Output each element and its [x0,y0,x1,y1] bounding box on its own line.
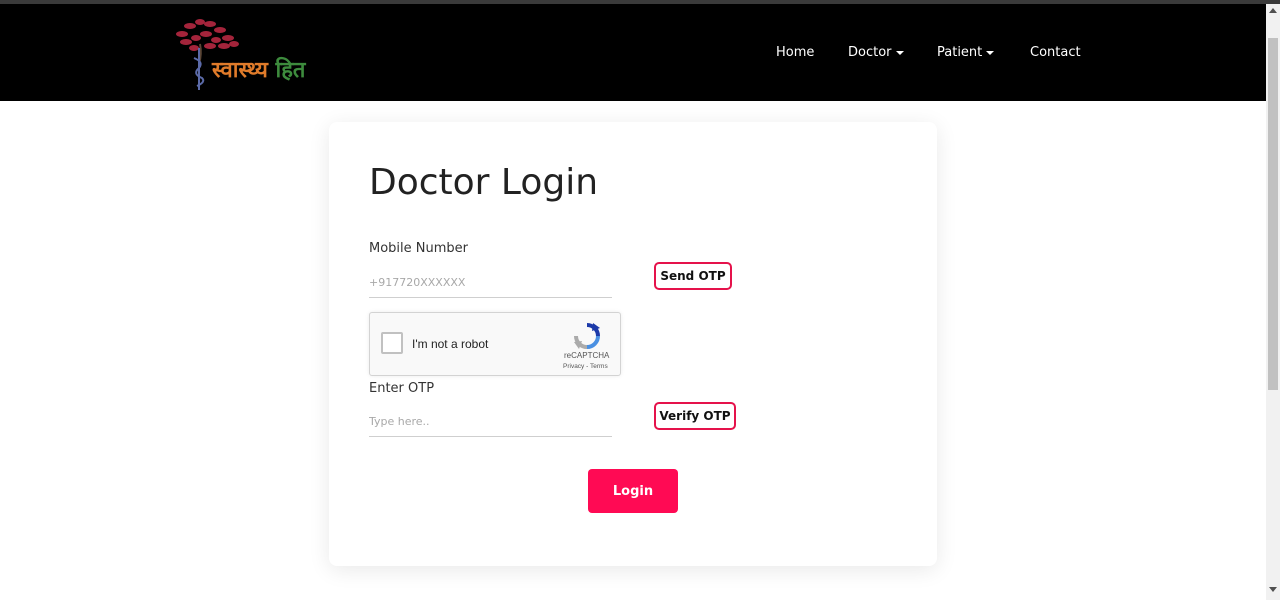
recaptcha-terms-link[interactable]: Terms [590,363,608,370]
nav-home[interactable]: Home [776,45,814,60]
scroll-up-arrow-icon[interactable] [1269,8,1277,13]
nav-doctor-dropdown[interactable]: Doctor [848,45,904,60]
brand-word-2: हित [275,58,306,83]
recaptcha-privacy-link[interactable]: Privacy [563,363,584,370]
recaptcha-links: Privacy - Terms [563,363,608,370]
navbar: स्वास्थ्य हित Home Doctor Patient Contac… [0,4,1266,101]
verify-otp-button[interactable]: Verify OTP [654,402,736,430]
page-scrollbar[interactable] [1266,4,1280,600]
nav-patient-dropdown[interactable]: Patient [937,45,995,60]
login-card: Doctor Login Mobile Number Send OTP I'm … [329,122,937,566]
nav-patient-label: Patient [937,45,983,60]
brand-word-1: स्वास्थ्य [212,58,268,83]
recaptcha-link-separator: - [586,363,589,370]
recaptcha-logo-icon [574,323,600,349]
login-button[interactable]: Login [588,469,678,513]
caret-down-icon [986,50,995,55]
send-otp-button[interactable]: Send OTP [654,262,732,290]
recaptcha-checkbox[interactable] [381,332,403,354]
nav-doctor-label: Doctor [848,45,892,60]
recaptcha-label: I'm not a robot [412,337,489,351]
otp-input[interactable] [369,407,612,437]
brand-logo[interactable]: स्वास्थ्य हित [170,14,322,92]
recaptcha-widget: I'm not a robot reCAPTCHA Privacy - Term… [369,312,621,376]
scrollbar-thumb[interactable] [1268,38,1278,390]
recaptcha-brand: reCAPTCHA [564,351,610,360]
mobile-number-input[interactable] [369,268,612,298]
page-title: Doctor Login [369,162,599,203]
brand-wordmark: स्वास्थ्य हित [212,54,305,84]
scroll-down-arrow-icon[interactable] [1269,587,1277,592]
enter-otp-label: Enter OTP [369,381,435,396]
nav-contact[interactable]: Contact [1030,45,1081,60]
caret-down-icon [895,50,904,55]
mobile-number-label: Mobile Number [369,241,468,256]
